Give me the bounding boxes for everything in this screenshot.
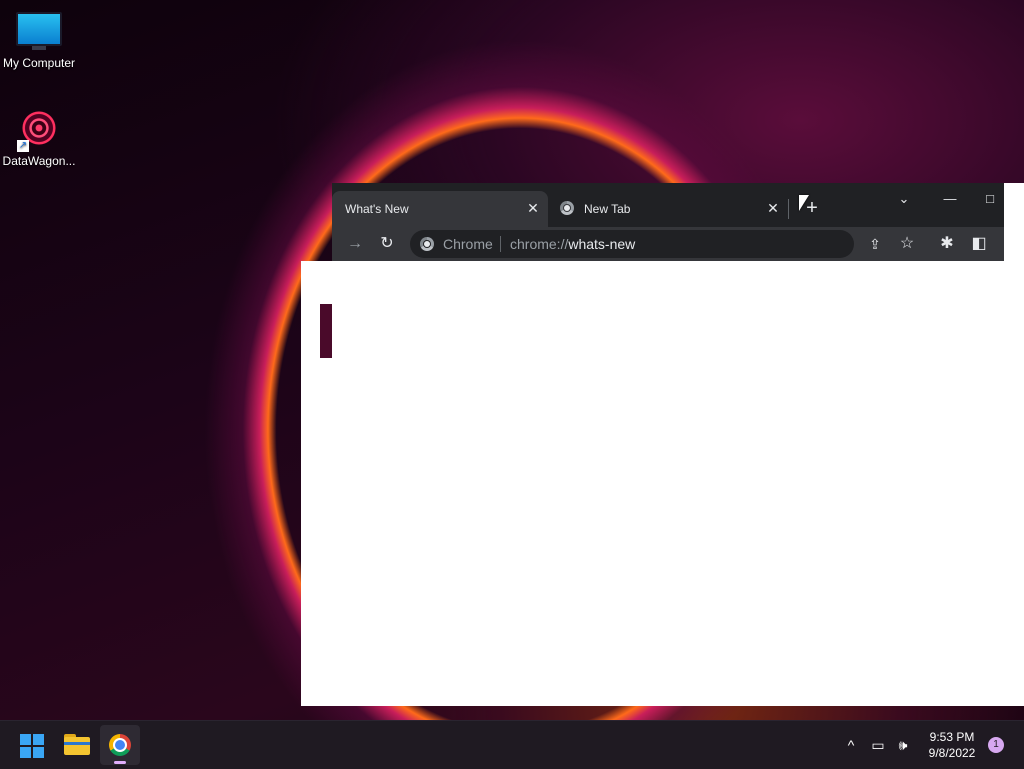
- notification-badge[interactable]: 1: [988, 737, 1004, 753]
- tab-separator: [788, 199, 789, 219]
- desktop-icon-datawagon[interactable]: ↗ DataWagon...: [1, 106, 77, 168]
- render-artifact: [301, 304, 320, 358]
- clock[interactable]: 9:53 PM 9/8/2022: [920, 729, 984, 761]
- tab-new-tab[interactable]: New Tab ✕: [548, 191, 788, 227]
- omnibox-separator: [500, 236, 501, 252]
- tab-title: New Tab: [584, 202, 631, 216]
- extensions-puzzle-icon[interactable]: ✱: [934, 231, 960, 257]
- chrome-taskbar-button[interactable]: [100, 725, 140, 765]
- desktop-icon-label: My Computer: [2, 56, 76, 70]
- render-artifact: [301, 272, 304, 304]
- mouse-cursor-icon: [799, 195, 809, 211]
- chrome-site-icon: [420, 237, 434, 251]
- tab-search-button[interactable]: ⌄: [884, 185, 924, 213]
- chrome-window: What's New ✕ New Tab ✕ + ⌄ — □ → ↻ Chrom…: [332, 183, 1004, 261]
- chrome-icon: [109, 734, 131, 756]
- show-hidden-icons-chevron-icon[interactable]: ^: [840, 721, 862, 769]
- windows-logo-icon: [33, 747, 44, 758]
- close-tab-icon[interactable]: ✕: [524, 199, 542, 217]
- maximize-button[interactable]: □: [976, 185, 1004, 213]
- tab-whats-new[interactable]: What's New ✕: [332, 191, 548, 227]
- folder-icon: [64, 742, 90, 745]
- desktop-icon-label: DataWagon...: [2, 154, 76, 168]
- site-chip-label: Chrome: [443, 236, 493, 252]
- monitor-icon: [16, 12, 62, 50]
- forward-button[interactable]: →: [342, 231, 368, 257]
- running-indicator: [114, 761, 126, 764]
- share-icon[interactable]: ⇪: [862, 231, 888, 257]
- windows-logo-icon: [20, 747, 31, 758]
- close-tab-icon[interactable]: ✕: [764, 199, 782, 217]
- shortcut-arrow-icon: ↗: [17, 140, 29, 152]
- volume-icon[interactable]: 🕪: [890, 721, 916, 769]
- windows-logo-icon: [33, 734, 44, 745]
- render-artifact: [320, 304, 332, 358]
- clock-time: 9:53 PM: [929, 730, 975, 744]
- bookmark-star-icon[interactable]: ☆: [894, 231, 920, 257]
- address-bar[interactable]: Chrome chrome://whats-new: [410, 230, 854, 258]
- chrome-favicon-icon: [560, 201, 574, 215]
- window-edge-artifact: [1004, 183, 1024, 261]
- url-text: chrome://whats-new: [510, 236, 635, 252]
- url-scheme: chrome://: [510, 236, 569, 252]
- datawagon-app-icon: ↗: [17, 106, 61, 152]
- taskbar: ^ ▭ 🕪 9:53 PM 9/8/2022 1: [0, 720, 1024, 769]
- browser-toolbar: → ↻ Chrome chrome://whats-new ⇪ ☆ ✱ ◧: [332, 227, 1004, 261]
- file-explorer-button[interactable]: [56, 725, 96, 765]
- clock-date: 9/8/2022: [928, 746, 976, 760]
- tab-title: What's New: [345, 202, 409, 216]
- url-host: whats-new: [568, 236, 636, 252]
- reload-button[interactable]: ↻: [374, 231, 400, 257]
- windows-logo-icon: [20, 734, 31, 745]
- minimize-button[interactable]: —: [930, 185, 970, 213]
- tab-strip: What's New ✕ New Tab ✕ + ⌄ — □: [332, 183, 1004, 227]
- network-icon[interactable]: ▭: [866, 721, 890, 769]
- folder-icon: [64, 737, 90, 755]
- desktop-icon-my-computer[interactable]: My Computer: [1, 12, 77, 70]
- browser-page-content[interactable]: [301, 261, 1024, 706]
- start-button[interactable]: [12, 725, 52, 765]
- side-panel-icon[interactable]: ◧: [966, 231, 992, 257]
